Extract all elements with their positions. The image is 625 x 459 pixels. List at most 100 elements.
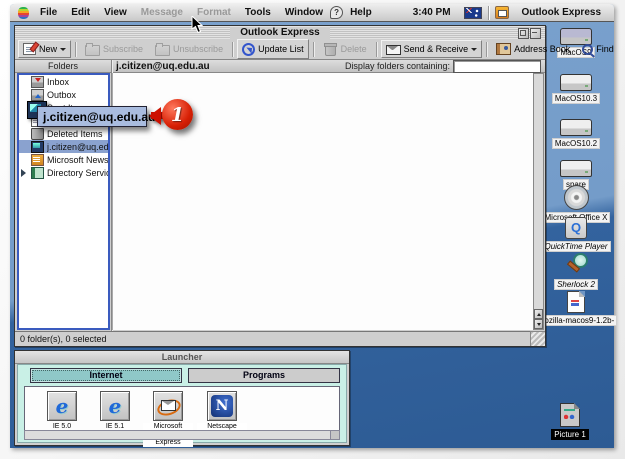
desktop-icon-label: QuickTime Player — [541, 241, 610, 252]
desktop-icon-label: mozilla-macos9-1.2b- — [535, 315, 617, 326]
launcher-item-ie51[interactable]: e IE 5.1 — [90, 391, 140, 431]
folder-item-outbox[interactable]: Outbox — [19, 88, 108, 101]
folders-header-label: Folders — [48, 61, 78, 71]
active-app-icon[interactable] — [495, 6, 509, 19]
scroll-up-arrow[interactable] — [534, 309, 543, 319]
desktop-icon-label: MacOS10.3 — [552, 93, 600, 104]
mouse-cursor — [191, 16, 203, 34]
menu-tools[interactable]: Tools — [238, 7, 278, 18]
unsubscribe-icon — [155, 45, 170, 56]
desktop-icon-mozilla[interactable]: mozilla-macos9-1.2b- — [540, 291, 612, 326]
menu-bar-right: 3:40 PM Outlook Express — [406, 6, 608, 20]
launcher-body: Internet Programs e IE 5.0 e IE 5.1 Micr… — [17, 364, 347, 443]
cd-disc-icon — [564, 185, 589, 210]
menu-edit[interactable]: Edit — [64, 7, 97, 18]
button-label: Subscribe — [103, 44, 143, 54]
apple-menu-icon[interactable] — [18, 7, 29, 19]
address-book-button[interactable]: Address Book — [491, 40, 575, 58]
button-label: Update List — [258, 44, 304, 54]
folder-item-account-selected[interactable]: j.citizen@uq.edu.au — [19, 140, 108, 153]
active-app-name[interactable]: Outlook Express — [515, 7, 608, 18]
launcher-window: Launcher Internet Programs e IE 5.0 e IE… — [14, 350, 350, 446]
menu-view[interactable]: View — [97, 7, 134, 18]
outlook-express-window: Outlook Express New Subscribe Unsubscrib… — [14, 25, 546, 347]
desktop-icon-macos10-2[interactable]: MacOS10.2 — [540, 119, 612, 149]
main-pane-header: j.citizen@uq.edu.au Display folders cont… — [112, 60, 545, 73]
desktop-icon-label: MacOS10.2 — [552, 138, 600, 149]
folder-item-label: Microsoft News Server — [47, 155, 108, 165]
folder-item-label: j.citizen@uq.edu.au — [47, 142, 108, 152]
button-label: Find — [596, 44, 614, 54]
status-bar: 0 folder(s), 0 selected — [15, 331, 545, 346]
tab-internet[interactable]: Internet — [30, 368, 182, 383]
hard-disk-icon — [560, 160, 592, 177]
internet-explorer-icon[interactable]: e — [100, 391, 130, 421]
button-label: Address Book — [514, 44, 570, 54]
disclosure-triangle-icon[interactable] — [21, 169, 30, 177]
annotation-label: j.citizen@uq.edu.au — [43, 110, 155, 124]
annotation-callout: j.citizen@uq.edu.au — [37, 106, 147, 127]
annotation-arrow-head — [140, 107, 161, 125]
menu-window[interactable]: Window — [278, 7, 330, 18]
annotation-number-badge: 1 — [162, 99, 193, 130]
picture-document-icon — [560, 403, 580, 427]
zoom-box-button[interactable] — [518, 28, 529, 39]
filter-label: Display folders containing: — [345, 61, 450, 71]
menu-file[interactable]: File — [33, 7, 64, 18]
menu-message: Message — [134, 7, 190, 18]
folder-item-inbox[interactable]: Inbox — [19, 75, 108, 88]
desktop-icon-label: Sherlock 2 — [554, 279, 598, 290]
hard-disk-icon — [560, 119, 592, 136]
folder-item-directory-services[interactable]: Directory Services — [19, 166, 108, 179]
folder-filter-input[interactable] — [453, 60, 541, 73]
outlook-express-icon[interactable] — [153, 391, 183, 421]
window-title-bar[interactable]: Outlook Express — [15, 26, 545, 40]
folders-pane-header: Folders — [15, 60, 112, 73]
folder-item-deleted-items[interactable]: Deleted Items — [19, 127, 108, 140]
magnifier-icon — [565, 253, 587, 277]
collapse-box-button[interactable] — [530, 28, 541, 39]
delete-button: Delete — [318, 40, 372, 59]
desktop-icon-label: Picture 1 — [551, 429, 589, 440]
update-list-button[interactable]: Update List — [237, 39, 309, 59]
new-button[interactable]: New — [18, 40, 71, 58]
desktop-icon-picture1[interactable]: Picture 1 — [538, 403, 602, 440]
toolbar-separator — [75, 42, 76, 57]
new-message-icon — [23, 43, 36, 55]
folder-item-label: Directory Services — [47, 168, 108, 178]
find-button[interactable]: Find — [577, 40, 619, 58]
clock[interactable]: 3:40 PM — [406, 7, 458, 18]
launcher-scrollbar[interactable] — [24, 430, 340, 440]
mail-account-icon — [31, 141, 44, 153]
quicktime-icon: Q — [565, 217, 587, 239]
keyboard-flag-icon[interactable] — [464, 7, 482, 19]
folder-filter: Display folders containing: — [345, 60, 541, 73]
address-book-icon — [496, 43, 511, 55]
netscape-icon[interactable]: N — [207, 391, 237, 421]
folder-item-news-server[interactable]: Microsoft News Server — [19, 153, 108, 166]
directory-services-icon — [31, 167, 44, 179]
inbox-icon — [31, 76, 44, 88]
toolbar-separator — [376, 42, 377, 57]
desktop-icon-quicktime[interactable]: Q QuickTime Player — [540, 217, 612, 252]
toolbar-separator — [486, 42, 487, 57]
help-balloon-icon[interactable]: ? — [330, 6, 343, 19]
hard-disk-icon — [560, 74, 592, 91]
send-receive-button[interactable]: Send & Receive — [381, 40, 483, 58]
toolbar-separator — [232, 42, 233, 57]
resize-grip[interactable] — [530, 331, 545, 346]
scroll-down-arrow[interactable] — [534, 319, 543, 329]
launcher-item-ie50[interactable]: e IE 5.0 — [37, 391, 87, 431]
folder-item-label: Deleted Items — [47, 129, 103, 139]
button-label: Send & Receive — [404, 44, 469, 54]
folder-item-label: Outbox — [47, 90, 76, 100]
send-receive-icon — [386, 45, 401, 55]
menu-help[interactable]: Help — [343, 7, 379, 18]
desktop-icon-macos10-3[interactable]: MacOS10.3 — [540, 74, 612, 104]
main-scrollbar[interactable] — [533, 73, 544, 330]
internet-explorer-icon[interactable]: e — [47, 391, 77, 421]
desktop-icon-sherlock[interactable]: Sherlock 2 — [540, 253, 612, 290]
news-server-icon — [31, 154, 44, 166]
tab-programs[interactable]: Programs — [188, 368, 340, 383]
launcher-title-bar[interactable]: Launcher — [15, 351, 349, 364]
